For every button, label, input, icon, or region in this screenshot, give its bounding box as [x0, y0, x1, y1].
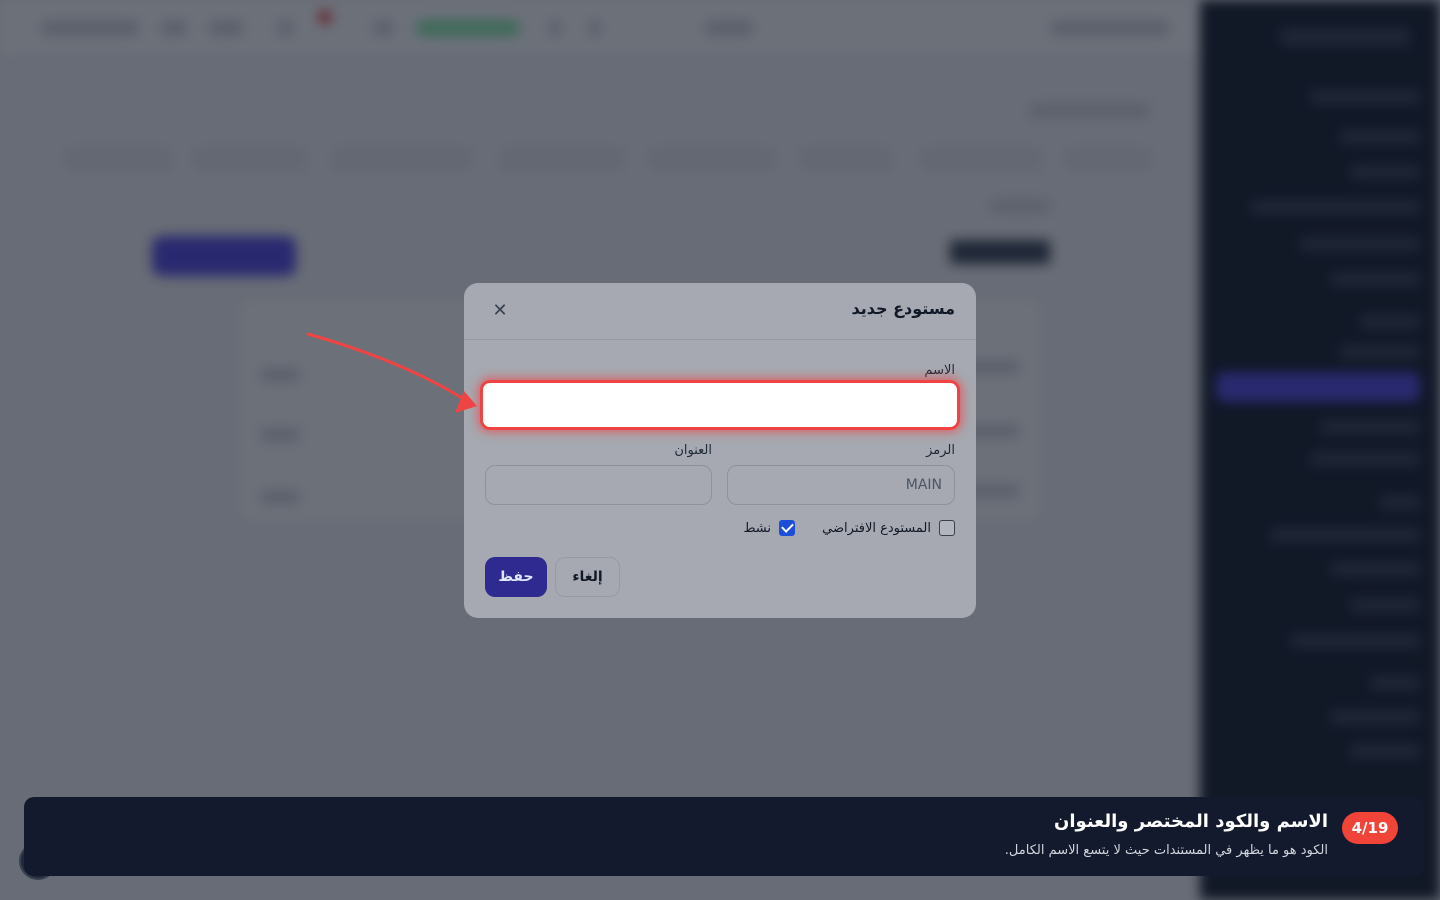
tour-step-panel: 4/19 الاسم والكود المختصر والعنوان الكود…: [24, 797, 1424, 876]
save-button[interactable]: حفظ: [485, 557, 547, 597]
close-icon[interactable]: ✕: [490, 301, 510, 321]
code-input[interactable]: [727, 465, 955, 505]
active-checkbox[interactable]: [779, 520, 795, 536]
cancel-button[interactable]: إلغاء: [555, 557, 620, 597]
default-warehouse-label: المستودع الافتراضي: [822, 520, 931, 536]
address-input[interactable]: [485, 465, 712, 505]
dialog-title: مستودع جديد: [851, 299, 955, 318]
active-option[interactable]: نشط: [743, 520, 795, 536]
default-warehouse-option[interactable]: المستودع الافتراضي: [822, 520, 955, 536]
active-label: نشط: [743, 520, 771, 536]
code-label: الرمز: [926, 443, 955, 458]
tour-step-title: الاسم والكود المختصر والعنوان: [1054, 811, 1328, 832]
default-warehouse-checkbox[interactable]: [939, 520, 955, 536]
name-input[interactable]: [480, 380, 960, 430]
address-label: العنوان: [674, 443, 712, 458]
name-label: الاسم: [924, 363, 955, 378]
dialog-header: مستودع جديد ✕: [464, 283, 976, 340]
tour-step-description: الكود هو ما يظهر في المستندات حيث لا يتس…: [1004, 843, 1328, 858]
tour-step-badge: 4/19: [1342, 812, 1398, 844]
